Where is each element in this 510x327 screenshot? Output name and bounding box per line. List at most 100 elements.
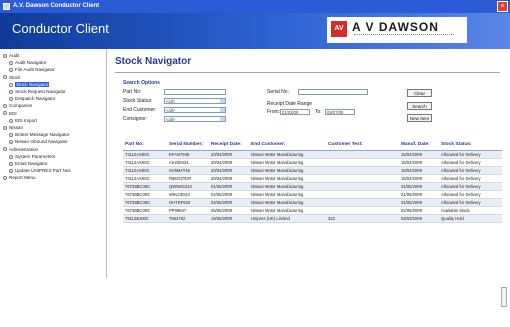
stock-status-cell: Available Stock	[441, 208, 470, 213]
expander-icon	[3, 111, 7, 116]
receipt-date-cell: 02/05/2009	[211, 192, 232, 197]
sidebar-item-label: System Parameters	[15, 153, 56, 159]
receipt-date-cell: 01/05/2009	[211, 184, 232, 189]
sidebar-item-report-menu[interactable]: Report Menu	[3, 174, 36, 181]
column-header-end-customer[interactable]: End Customer:	[251, 142, 285, 147]
table-row[interactable]: 76738BC00C W5v23D43 02/05/2009 Nissan Motor…	[123, 191, 502, 199]
expander-icon	[3, 125, 7, 130]
sidebar-item-edi-import[interactable]: EDI Import	[9, 117, 37, 124]
radio-icon	[9, 168, 13, 173]
serial-no-label: Serial No:	[267, 89, 289, 95]
part-no-label: Part No:	[123, 89, 142, 95]
scroll-handle[interactable]	[501, 287, 507, 307]
table-row[interactable]: 76738BC00C GHTEF632 02/05/2009 Nissan Motor…	[123, 199, 502, 207]
end-customer-cell: Unipres (UK) Limited	[251, 216, 290, 221]
logo-mark: AV	[331, 21, 347, 37]
column-header-serial-number[interactable]: Serial Number:	[169, 142, 203, 147]
expander-icon	[3, 53, 7, 58]
table-row[interactable]: 76738BC00C PP09847 05/05/2009 Nissan Motor …	[123, 207, 502, 215]
sidebar-item-stock-request-navigator[interactable]: Stock Request Navigator	[9, 88, 66, 95]
serial-number-cell: GHTEF632	[169, 200, 191, 205]
part-no-cell: 76738BC00C	[125, 208, 151, 213]
sidebar-item-file-audit-navigator[interactable]: File Audit Navigator	[9, 66, 55, 73]
chevron-down-icon	[220, 99, 225, 103]
end-customer-cell: Nissan Motor Manufacturing	[251, 160, 304, 165]
end-customer-label: End Customer:	[123, 107, 157, 113]
radio-icon	[9, 60, 13, 65]
sidebar-item-audit[interactable]: Audit	[3, 52, 19, 59]
sidebar-item-label: Stock	[9, 74, 21, 80]
serial-no-input[interactable]	[298, 89, 368, 95]
serial-number-cell: QWN8G234	[169, 184, 192, 189]
end-customer-cell: Nissan Motor Manufacturing	[251, 168, 304, 173]
consignor-label: Consignor:	[123, 116, 148, 122]
close-button[interactable]: ×	[497, 1, 508, 12]
part-no-cell: 73112AX00C	[125, 176, 150, 181]
stock-status-cell: Allocated for Delivery	[441, 200, 481, 205]
sidebar-item-administration[interactable]: Administration	[3, 146, 38, 153]
sidebar-item-update-unipres-part-nos[interactable]: Update UNIPRES Part Nos	[9, 167, 71, 174]
search-options-title: Search Options	[123, 80, 160, 86]
sidebar-item-label: EDI Import	[15, 117, 37, 123]
part-no-cell: 76738BC00C	[125, 192, 151, 197]
sidebar-item-stock-navigator[interactable]: Stock Navigator	[9, 81, 50, 88]
column-header-stock-status[interactable]: Stock Status:	[441, 142, 472, 147]
table-row[interactable]: 79112BJ00C 7564782 19/05/2009 Unipres (UK) …	[123, 215, 502, 223]
part-no-cell: 73112AX00C	[125, 152, 150, 157]
sidebar-item-label: Nissan	[9, 125, 24, 130]
serial-number-cell: 7564782	[169, 216, 186, 221]
manuf-date-cell: 15/04/2009	[401, 160, 422, 165]
serial-number-cell: AS239424	[169, 160, 189, 165]
manuf-date-cell: 15/04/2009	[401, 168, 422, 173]
manuf-date-cell: 15/04/2009	[401, 152, 422, 157]
sidebar-item-broker-message-navigator[interactable]: Broker Message Navigator	[9, 131, 69, 138]
column-header-receipt-date[interactable]: Receipt Date:	[211, 142, 242, 147]
table-row[interactable]: 76738BC00C QWN8G234 01/05/2009 Nissan Motor…	[123, 183, 502, 191]
sidebar-item-label: Broker Message Navigator	[15, 132, 70, 138]
from-date-input[interactable]: 01/03/09	[280, 109, 310, 115]
sidebar-item-stock[interactable]: Stock	[3, 74, 21, 81]
sidebar-item-nissan[interactable]: Nissan	[3, 124, 23, 131]
column-header-manuf-date[interactable]: Manuf. Date:	[401, 142, 430, 147]
company-logo: AV A V DAWSON	[327, 17, 467, 43]
manuf-date-cell: 03/03/2009	[401, 216, 422, 221]
sidebar-item-system-parameters[interactable]: System Parameters	[9, 153, 55, 160]
part-no-input[interactable]	[164, 89, 226, 95]
navigation-tree: Audit Audit Navigator File Audit Navigator…	[0, 49, 107, 278]
to-label: To:	[315, 109, 322, 115]
chevron-down-icon	[220, 108, 225, 112]
radio-icon	[9, 154, 13, 159]
sidebar-item-despatch-navigator[interactable]: Despatch Navigator	[9, 95, 55, 102]
stock-status-select[interactable]: <all>	[164, 98, 226, 104]
sidebar-item-audit-navigator[interactable]: Audit Navigator	[9, 59, 46, 66]
table-row[interactable]: 73112AX00C AS239424 20/04/2009 Nissan Motor…	[123, 159, 502, 167]
stock-status-label: Stock Status:	[123, 98, 153, 104]
sidebar-item-label: Report Menu	[9, 175, 36, 181]
to-date-input[interactable]: 09/07/09	[325, 109, 355, 115]
column-header-part-no[interactable]: Part No:	[125, 142, 144, 147]
table-row[interactable]: 73112AX00C EFAN7945 20/04/2009 Nissan Motor…	[123, 151, 502, 159]
clear-button[interactable]: Clear	[407, 89, 432, 97]
column-header-customer-text[interactable]: Customer Text:	[328, 142, 363, 147]
expander-icon	[3, 104, 7, 109]
logo-text: A V DAWSON	[352, 20, 439, 34]
radio-icon	[9, 89, 13, 94]
table-row[interactable]: 73112AX00C SV5M4T45 20/04/2009 Nissan Motor…	[123, 167, 502, 175]
radio-icon	[9, 140, 13, 145]
customer-text-cell: 322	[328, 216, 335, 221]
new-item-button[interactable]: New Item	[407, 114, 432, 122]
consignor-select[interactable]: <all>	[164, 116, 226, 122]
radio-icon	[9, 132, 13, 137]
search-button[interactable]: Search	[407, 102, 432, 110]
sidebar-item-companies[interactable]: Companies	[3, 102, 32, 109]
receipt-date-cell: 20/04/2009	[211, 152, 232, 157]
chevron-down-icon	[220, 117, 225, 121]
sidebar-item-email-navigator[interactable]: Email Navigator	[9, 160, 47, 167]
end-customer-select[interactable]: <all>	[164, 107, 226, 113]
sidebar-item-label: Administration	[9, 146, 39, 152]
sidebar-item-edi[interactable]: EDI	[3, 110, 17, 117]
sidebar-item-nissan-inbound-navigator[interactable]: Nissan Inbound Navigator	[9, 138, 68, 145]
table-row[interactable]: 73112AX00C R8EG3TER 20/04/2009 Nissan Motor…	[123, 175, 502, 183]
manuf-date-cell: 01/05/2009	[401, 184, 422, 189]
expander-icon	[3, 176, 7, 181]
